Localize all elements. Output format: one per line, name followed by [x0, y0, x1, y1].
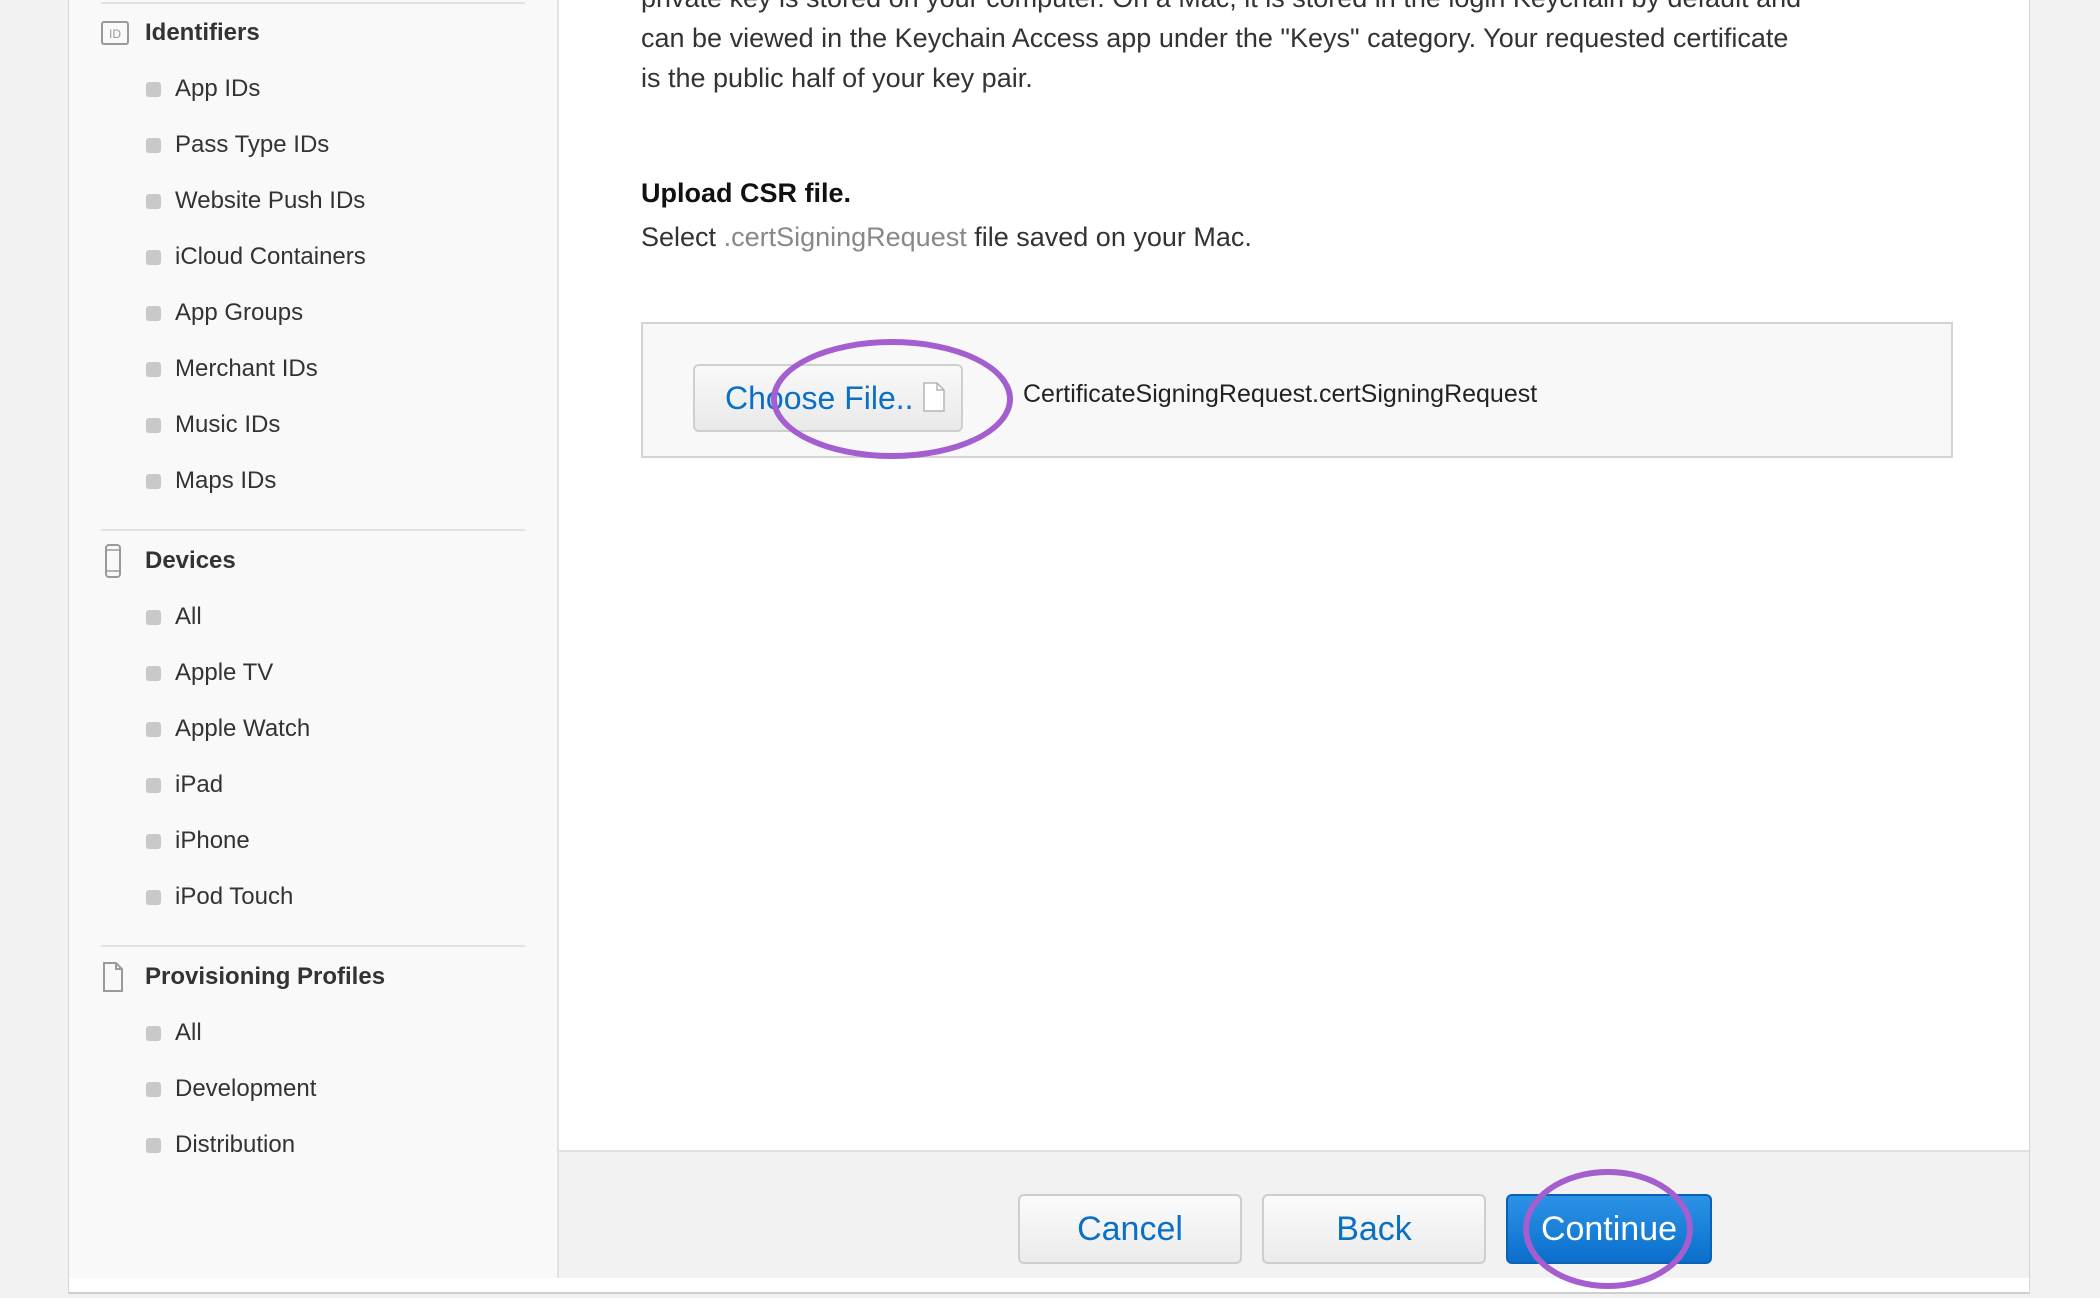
sidebar-item-label: App Groups — [175, 299, 304, 326]
sidebar-item-distribution[interactable]: Distribution — [146, 1125, 295, 1165]
sidebar-divider — [101, 2, 525, 4]
bullet-icon — [146, 361, 161, 377]
footer-bar: Cancel Back Continue — [559, 1150, 2029, 1289]
bullet-icon — [146, 137, 161, 153]
sidebar: ID Identifiers App IDs Pass Type IDs Web… — [69, 0, 559, 1278]
sidebar-item-label: Merchant IDs — [175, 355, 318, 382]
phone-device-icon — [101, 541, 133, 581]
sidebar-item-music-ids[interactable]: Music IDs — [146, 405, 280, 445]
file-extension: .certSigningRequest — [723, 222, 967, 252]
sidebar-item-maps-ids[interactable]: Maps IDs — [146, 461, 276, 501]
upload-desc-prefix: Select — [641, 222, 717, 252]
sidebar-divider — [101, 945, 525, 947]
continue-button[interactable]: Continue — [1506, 1194, 1712, 1264]
sidebar-item-profiles-all[interactable]: All — [146, 1013, 202, 1053]
choose-file-label: Choose File.. — [725, 379, 914, 416]
sidebar-item-ipod-touch[interactable]: iPod Touch — [146, 877, 293, 917]
sidebar-item-development[interactable]: Development — [146, 1069, 316, 1109]
sidebar-item-label: Maps IDs — [175, 467, 277, 494]
sidebar-item-label: iPhone — [175, 827, 250, 854]
sidebar-item-merchant-ids[interactable]: Merchant IDs — [146, 349, 318, 389]
sidebar-section-provisioning-profiles[interactable]: Provisioning Profiles — [101, 957, 525, 997]
sidebar-item-label: Distribution — [175, 1131, 296, 1158]
intro-line: is the public half of your key pair. — [641, 63, 1033, 93]
sidebar-item-pass-type-ids[interactable]: Pass Type IDs — [146, 125, 329, 165]
sidebar-item-website-push-ids[interactable]: Website Push IDs — [146, 181, 365, 221]
document-icon — [101, 957, 133, 997]
sidebar-section-label: Provisioning Profiles — [145, 963, 386, 990]
sidebar-item-label: iPod Touch — [175, 883, 294, 910]
selected-file-name: CertificateSigningRequest.certSigningReq… — [1023, 380, 1538, 408]
bullet-icon — [146, 193, 161, 209]
main-content: private key is stored on your computer. … — [559, 0, 2029, 1150]
upload-title: Upload CSR file. — [641, 178, 852, 208]
bullet-icon — [146, 305, 161, 321]
choose-file-button[interactable]: Choose File.. — [693, 364, 963, 432]
sidebar-item-app-groups[interactable]: App Groups — [146, 293, 303, 333]
file-icon — [923, 382, 945, 420]
sidebar-section-label: Identifiers — [145, 19, 260, 46]
file-upload-box: Choose File.. CertificateSigningRequest.… — [641, 322, 1953, 458]
bullet-icon — [146, 1025, 161, 1041]
sidebar-section-devices[interactable]: Devices — [101, 541, 525, 581]
sidebar-item-label: Website Push IDs — [175, 187, 366, 214]
svg-text:ID: ID — [109, 27, 121, 41]
sidebar-item-label: All — [175, 1019, 202, 1046]
upload-desc-suffix: file saved on your Mac. — [974, 222, 1252, 252]
sidebar-section-label: Devices — [145, 547, 236, 574]
sidebar-item-label: Development — [175, 1075, 317, 1102]
sidebar-item-devices-all[interactable]: All — [146, 597, 202, 637]
sidebar-item-label: iCloud Containers — [175, 243, 366, 270]
bullet-icon — [146, 249, 161, 265]
bullet-icon — [146, 665, 161, 681]
id-badge-icon: ID — [101, 13, 133, 53]
bullet-icon — [146, 889, 161, 905]
bullet-icon — [146, 473, 161, 489]
sidebar-item-label: App IDs — [175, 75, 261, 102]
bullet-icon — [146, 1137, 161, 1153]
sidebar-item-label: iPad — [175, 771, 224, 798]
sidebar-item-apple-tv[interactable]: Apple TV — [146, 653, 273, 693]
back-button[interactable]: Back — [1262, 1194, 1486, 1264]
bullet-icon — [146, 721, 161, 737]
bullet-icon — [146, 81, 161, 97]
bullet-icon — [146, 777, 161, 793]
sidebar-item-iphone[interactable]: iPhone — [146, 821, 250, 861]
sidebar-item-label: Apple Watch — [175, 715, 311, 742]
cancel-button[interactable]: Cancel — [1018, 1194, 1242, 1264]
sidebar-item-label: Pass Type IDs — [175, 131, 330, 158]
intro-line: private key is stored on your computer. … — [641, 0, 1801, 13]
sidebar-divider — [101, 529, 525, 531]
sidebar-item-label: All — [175, 603, 202, 630]
sidebar-section-identifiers[interactable]: ID Identifiers — [101, 13, 525, 53]
sidebar-item-label: Apple TV — [175, 659, 274, 686]
intro-paragraph: private key is stored on your computer. … — [641, 0, 1941, 98]
bullet-icon — [146, 1081, 161, 1097]
bullet-icon — [146, 833, 161, 849]
sidebar-item-apple-watch[interactable]: Apple Watch — [146, 709, 310, 749]
developer-portal-panel: ID Identifiers App IDs Pass Type IDs Web… — [68, 0, 2030, 1294]
sidebar-item-label: Music IDs — [175, 411, 281, 438]
bullet-icon — [146, 417, 161, 433]
sidebar-item-ipad[interactable]: iPad — [146, 765, 223, 805]
bullet-icon — [146, 609, 161, 625]
sidebar-item-app-ids[interactable]: App IDs — [146, 69, 260, 109]
intro-line: can be viewed in the Keychain Access app… — [641, 23, 1789, 53]
upload-description: Select .certSigningRequest file saved on… — [641, 222, 1252, 253]
sidebar-item-icloud-containers[interactable]: iCloud Containers — [146, 237, 366, 277]
